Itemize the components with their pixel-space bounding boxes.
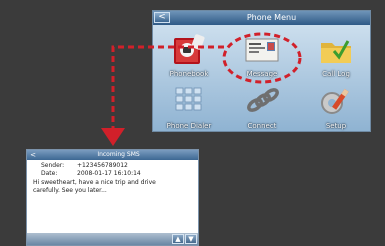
annotation-arrowhead — [101, 128, 125, 146]
highlight-ellipse — [222, 32, 302, 84]
annotation-overlay — [101, 32, 302, 146]
annotation-arrow-line — [111, 45, 224, 128]
